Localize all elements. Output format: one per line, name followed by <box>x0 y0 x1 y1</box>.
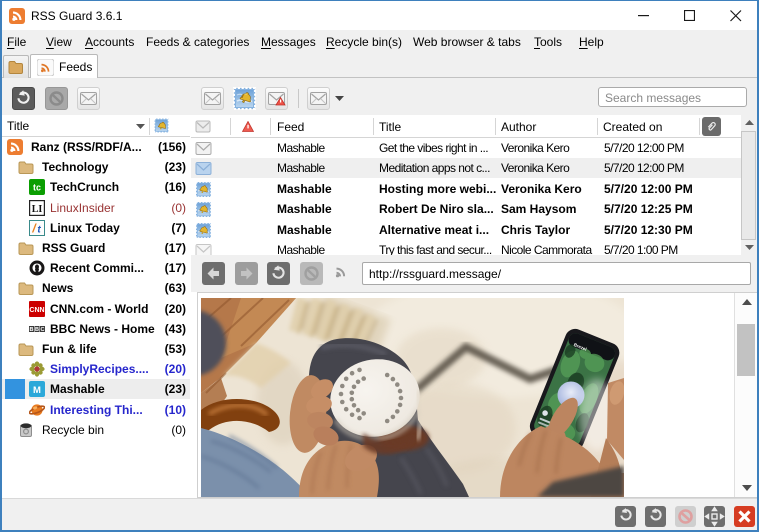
svg-text:CNN: CNN <box>29 307 44 314</box>
svg-text:C: C <box>41 327 45 333</box>
svg-text:B: B <box>35 327 39 333</box>
svg-text:LI: LI <box>32 204 43 215</box>
svg-text:B: B <box>30 327 34 333</box>
svg-text:M: M <box>33 385 41 396</box>
svg-text:tc: tc <box>33 183 41 193</box>
